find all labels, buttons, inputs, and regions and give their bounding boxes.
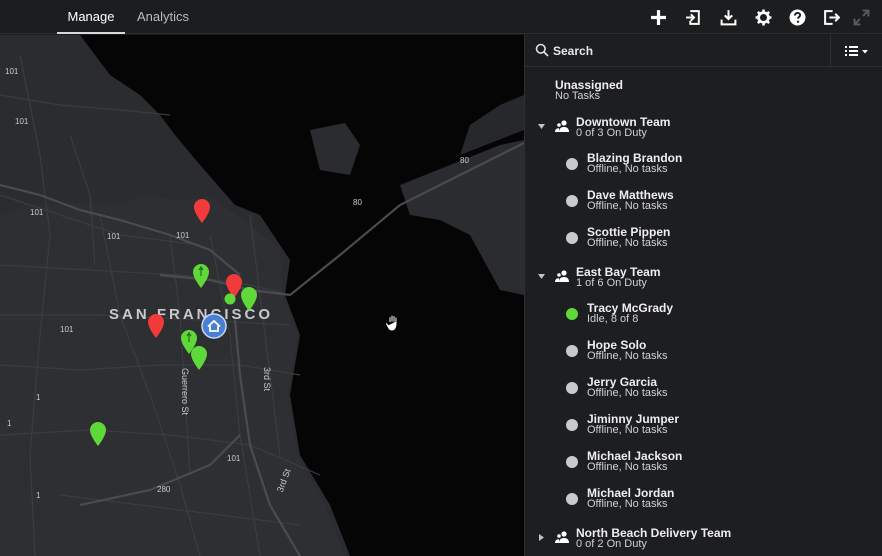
task-pin-green[interactable] [89,421,107,447]
task-pin-green[interactable] [192,263,210,289]
worker-row[interactable]: Jiminny Jumper Offline, No tasks [525,413,882,437]
road-label: 101 [5,67,19,76]
team-icon [555,531,569,543]
road-label: 101 [30,208,44,217]
task-pin-red[interactable] [147,313,165,339]
team-icon [555,270,569,282]
worker-row[interactable]: Scottie Pippen Offline, No tasks [525,226,882,250]
worker-marker[interactable] [224,293,236,305]
team-downtown[interactable]: Downtown Team 0 of 3 On Duty [525,116,882,140]
group-status: No Tasks [555,90,601,102]
sidebar: Unassigned No Tasks Downtown Team 0 of 3… [524,35,882,556]
worker-status: Idle, 8 of 8 [587,313,639,325]
task-pin-green[interactable] [190,345,208,371]
road-label: 101 [15,117,29,126]
search-bar [525,35,882,67]
worker-status: Offline, No tasks [587,200,668,212]
team-status: 0 of 3 On Duty [576,127,647,139]
road-label: 101 [60,325,74,334]
grab-cursor-icon [385,314,398,332]
road-label: 80 [460,156,469,165]
task-pin-green[interactable] [240,286,258,312]
gear-icon[interactable] [753,7,773,27]
worker-status: Offline, No tasks [587,387,668,399]
list-view-toggle[interactable] [830,35,882,67]
worker-row[interactable]: Jerry Garcia Offline, No tasks [525,376,882,400]
status-dot-idle [566,308,578,320]
status-dot-offline [566,195,578,207]
top-bar: Manage Analytics [0,0,882,34]
logout-icon[interactable] [821,7,841,27]
tab-manage[interactable]: Manage [57,0,125,34]
road-label: 1 [36,491,41,500]
caret-down-icon[interactable] [537,272,546,281]
road-label: 1 [36,393,41,402]
home-marker[interactable] [201,313,227,339]
search-icon [535,43,549,57]
help-icon[interactable] [787,7,807,27]
status-dot-offline [566,158,578,170]
worker-row[interactable]: Michael Jackson Offline, No tasks [525,450,882,474]
status-dot-offline [566,493,578,505]
road-label: 101 [176,231,190,240]
status-dot-offline [566,419,578,431]
worker-status: Offline, No tasks [587,424,668,436]
task-pin-red[interactable] [193,198,211,224]
status-dot-offline [566,232,578,244]
street-label: 3rd St [262,367,272,392]
team-icon [555,120,569,132]
worker-status: Offline, No tasks [587,498,668,510]
team-north-beach[interactable]: North Beach Delivery Team 0 of 2 On Duty [525,527,882,551]
caret-down-icon[interactable] [537,122,546,131]
worker-status: Offline, No tasks [587,163,668,175]
team-east-bay[interactable]: East Bay Team 1 of 6 On Duty [525,266,882,290]
road-label: 1 [7,419,12,428]
unassigned-group[interactable]: Unassigned No Tasks [525,79,882,103]
road-label: 280 [157,485,171,494]
map-view[interactable]: 101 101 101 101 101 101 101 80 80 280 1 … [0,35,524,556]
map-base [0,35,524,556]
status-dot-offline [566,345,578,357]
status-dot-offline [566,456,578,468]
worker-row[interactable]: Tracy McGrady Idle, 8 of 8 [525,302,882,326]
download-icon[interactable] [718,7,738,27]
search-input[interactable] [553,41,823,61]
worker-row[interactable]: Michael Jordan Offline, No tasks [525,487,882,511]
road-label: 80 [353,198,362,207]
expand-icon[interactable] [851,7,871,27]
team-status: 1 of 6 On Duty [576,277,647,289]
worker-status: Offline, No tasks [587,350,668,362]
team-status: 0 of 2 On Duty [576,538,647,550]
road-label: 101 [107,232,121,241]
status-dot-offline [566,382,578,394]
tab-analytics[interactable]: Analytics [130,0,196,34]
list-menu-icon [845,46,868,56]
road-label: 101 [227,454,241,463]
worker-status: Offline, No tasks [587,237,668,249]
caret-right-icon[interactable] [537,533,546,542]
worker-row[interactable]: Hope Solo Offline, No tasks [525,339,882,363]
add-icon[interactable] [648,7,668,27]
worker-status: Offline, No tasks [587,461,668,473]
street-label: Guerrero St [180,368,190,416]
import-icon[interactable] [683,7,703,27]
worker-row[interactable]: Blazing Brandon Offline, No tasks [525,152,882,176]
worker-row[interactable]: Dave Matthews Offline, No tasks [525,189,882,213]
